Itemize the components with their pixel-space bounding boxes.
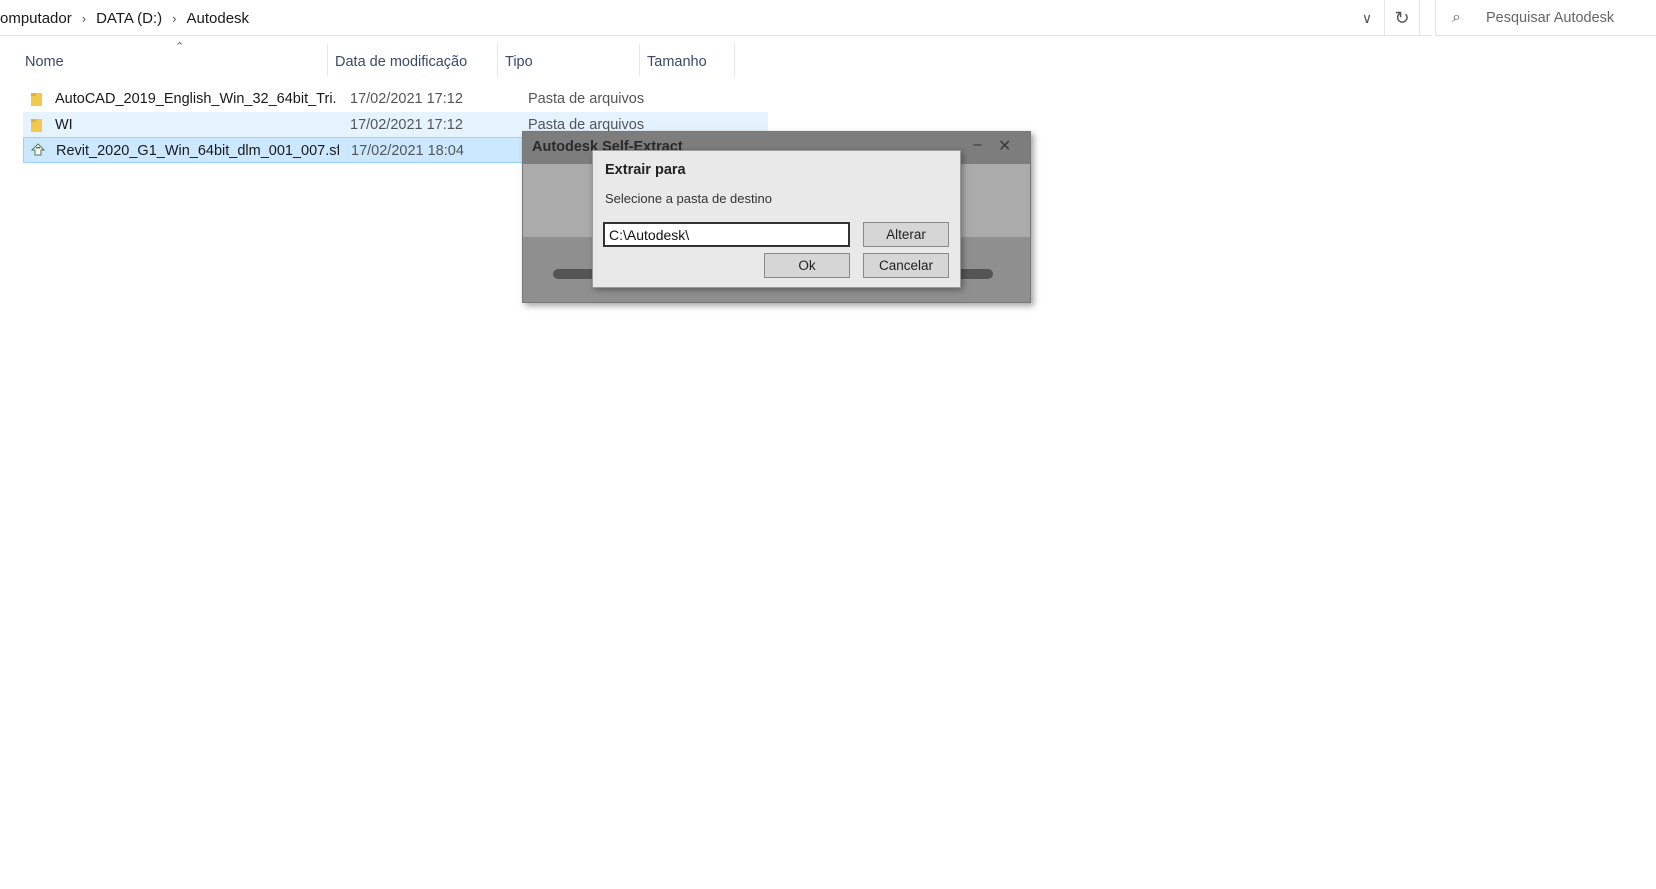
file-type: Pasta de arquivos [528, 91, 645, 107]
cancel-button[interactable]: Cancelar [863, 253, 949, 278]
file-name-cell: WI [23, 112, 338, 138]
column-header-name-label: Nome [25, 54, 64, 70]
sfx-file-icon [30, 143, 46, 159]
extract-to-dialog: Extrair para Selecione a pasta de destin… [592, 150, 961, 288]
destination-folder-label: Selecione a pasta de destino [605, 191, 772, 206]
refresh-icon: ↻ [1394, 7, 1410, 28]
column-header-size[interactable]: Tamanho [639, 38, 734, 86]
refresh-button[interactable]: ↻ [1384, 0, 1420, 36]
breadcrumb-item-data-drive[interactable]: DATA (D:) [92, 10, 166, 27]
chevron-down-icon: ∨ [1361, 9, 1373, 26]
file-row-selected[interactable]: Revit_2020_G1_Win_64bit_dlm_001_007.sfx … [23, 137, 523, 163]
breadcrumb-item-computer[interactable]: omputador [0, 10, 76, 27]
folder-icon [29, 117, 45, 133]
breadcrumb: omputador › DATA (D:) › Autodesk [0, 0, 253, 36]
file-name-cell: AutoCAD_2019_English_Win_32_64bit_Tri... [23, 86, 338, 112]
file-name: WI [55, 117, 73, 133]
file-date: 17/02/2021 17:12 [350, 117, 463, 133]
column-header-date-label: Data de modificação [335, 54, 468, 70]
minimize-icon[interactable]: – [973, 136, 982, 154]
folder-icon [29, 91, 45, 107]
destination-path-input[interactable] [603, 222, 850, 247]
column-header-type[interactable]: Tipo [497, 38, 639, 86]
column-header-name[interactable]: Nome [17, 38, 327, 86]
file-row[interactable]: AutoCAD_2019_English_Win_32_64bit_Tri...… [23, 86, 768, 112]
search-input[interactable]: Pesquisar Autodesk [1486, 10, 1614, 26]
file-date: 17/02/2021 17:12 [350, 91, 463, 107]
file-name: Revit_2020_G1_Win_64bit_dlm_001_007.sfx [56, 143, 339, 159]
file-date: 17/02/2021 18:04 [351, 143, 464, 159]
breadcrumb-item-autodesk[interactable]: Autodesk [183, 10, 254, 27]
search-icon: ⌕ [1452, 8, 1461, 26]
dialog-title: Extrair para [605, 162, 686, 178]
address-history-dropdown[interactable]: ∨ [1350, 0, 1384, 36]
column-header-date[interactable]: Data de modificação [327, 38, 497, 86]
close-icon[interactable]: ✕ [998, 136, 1011, 156]
column-header-size-label: Tamanho [647, 54, 707, 70]
file-name-cell: Revit_2020_G1_Win_64bit_dlm_001_007.sfx [24, 138, 339, 164]
file-name: AutoCAD_2019_English_Win_32_64bit_Tri... [55, 91, 338, 107]
ok-button[interactable]: Ok [764, 253, 850, 278]
address-bar[interactable]: omputador › DATA (D:) › Autodesk ∨ ↻ [0, 0, 1432, 36]
chevron-right-icon[interactable]: › [76, 11, 92, 26]
column-divider[interactable] [734, 44, 735, 76]
search-box[interactable]: ⌕ Pesquisar Autodesk [1435, 0, 1656, 36]
change-button[interactable]: Alterar [863, 222, 949, 247]
column-header-type-label: Tipo [505, 54, 533, 70]
chevron-right-icon[interactable]: › [166, 11, 182, 26]
